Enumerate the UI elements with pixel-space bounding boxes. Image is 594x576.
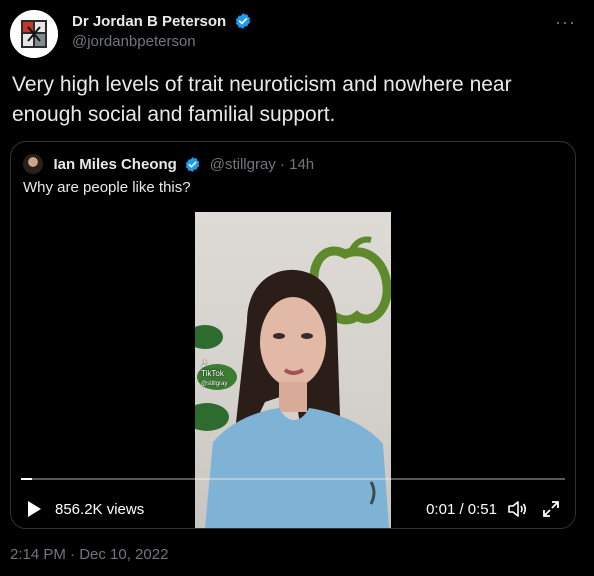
author-avatar[interactable] [10,10,58,58]
video-time: 0:01 / 0:51 [426,501,497,518]
fullscreen-icon[interactable] [541,499,561,519]
author-display-name[interactable]: Dr Jordan B Peterson [72,13,226,30]
quote-tweet-card[interactable]: Ian Miles Cheong @stillgray · 14h Why ar… [10,141,576,529]
video-view-count: 856.2K views [55,501,145,518]
tiktok-watermark: ♪ TikTok @stillgray [201,355,235,389]
quote-author-name[interactable]: Ian Miles Cheong [53,156,176,173]
tweet-timestamp[interactable]: 2:14 PM · Dec 10, 2022 [10,546,168,563]
video-progress-bar[interactable] [21,478,565,480]
avatar-image [10,10,58,58]
video-progress-fill [21,478,32,480]
quote-text: Why are people like this? [23,179,191,196]
author-handle[interactable]: @jordanbpeterson [72,33,252,50]
tweet-text: Very high levels of trait neuroticism an… [12,73,512,126]
quote-author-avatar[interactable] [23,154,43,174]
tiktok-watermark-user: @stillgray [201,381,228,387]
quote-header: Ian Miles Cheong @stillgray · 14h [23,154,314,176]
more-horizontal-icon[interactable]: ··· [555,12,576,33]
verified-badge-icon [186,156,200,172]
verified-badge-icon [235,13,250,29]
tweet: Dr Jordan B Peterson @jordanbpeterson ··… [0,0,594,576]
play-icon[interactable] [25,500,43,518]
tiktok-watermark-text: TikTok [201,369,224,378]
video-player[interactable]: ♪ TikTok @stillgray 856.2K views 0:01 / … [11,212,575,528]
quote-author-handle-time[interactable]: @stillgray · 14h [210,156,314,173]
author-name-block[interactable]: Dr Jordan B Peterson @jordanbpeterson [72,12,252,50]
video-controls: 856.2K views 0:01 / 0:51 [11,494,575,524]
volume-icon[interactable] [507,499,527,519]
tweet-header: Dr Jordan B Peterson @jordanbpeterson ··… [10,10,582,58]
tiktok-icon: ♪ [201,355,208,370]
video-frame: ♪ TikTok @stillgray [195,212,391,528]
